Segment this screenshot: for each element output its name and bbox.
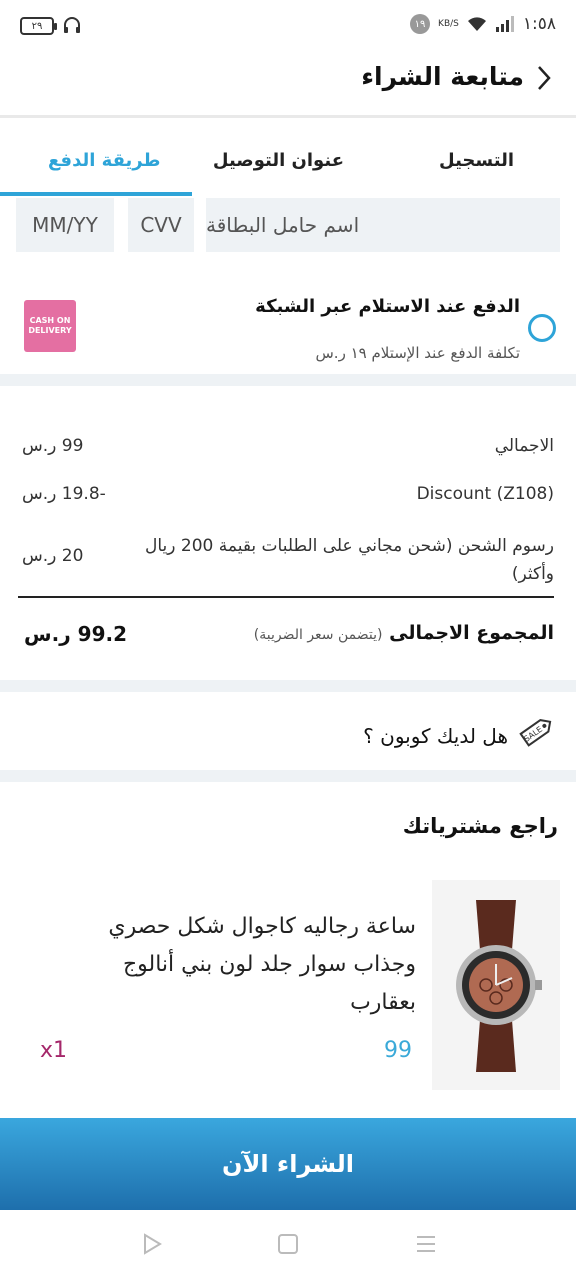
- status-bar: ٢٩ ١٩ KB/S ١:٥٨: [0, 0, 576, 56]
- system-nav-bar: [0, 1210, 576, 1280]
- cvv-field[interactable]: CVV: [128, 198, 194, 252]
- discount-label: Discount (Z108): [416, 484, 554, 504]
- tab-delivery-address[interactable]: عنوان التوصيل: [213, 150, 344, 171]
- tab-payment-method[interactable]: طريقة الدفع: [48, 150, 160, 171]
- review-title: راجع مشترياتك: [402, 814, 558, 838]
- total-label: المجموع الاجمالى (يتضمن سعر الضريبة): [254, 622, 554, 644]
- svg-text:SALE: SALE: [522, 725, 544, 744]
- battery-icon: ٢٩: [20, 17, 57, 35]
- expiry-field[interactable]: MM/YY: [16, 198, 114, 252]
- cod-fee: تكلفة الدفع عند الإستلام ١٩ ر.س: [315, 344, 520, 362]
- menu-icon[interactable]: [414, 1232, 438, 1256]
- coupon-link[interactable]: هل لديك كوبون ؟: [363, 724, 508, 748]
- headset-icon: [64, 17, 80, 33]
- section-separator: [0, 680, 576, 692]
- product-image: [432, 880, 560, 1090]
- cash-on-delivery-icon: CASH ON DELIVERY: [24, 300, 76, 352]
- total-value: 99.2 ر.س: [24, 622, 128, 646]
- signal-icon: [495, 16, 514, 32]
- subtotal-value: 99 ر.س: [22, 436, 84, 456]
- product-quantity: x1: [40, 1038, 68, 1063]
- wifi-icon: [467, 17, 486, 31]
- total-tax-note: (يتضمن سعر الضريبة): [253, 627, 383, 643]
- sale-tag-icon: SALE: [519, 719, 552, 747]
- card-fields: اسم حامل البطاقة CVV MM/YY: [0, 198, 576, 254]
- checkout-tabs: التسجيل عنوان التوصيل طريقة الدفع: [0, 120, 576, 198]
- page-title: متابعة الشراء: [361, 62, 524, 91]
- battery-level: ٢٩: [31, 20, 43, 32]
- shipping-value: 20 ر.س: [22, 546, 84, 566]
- notification-badge: ١٩: [410, 14, 431, 34]
- product-price: 99: [384, 1038, 412, 1063]
- summary-divider: [18, 596, 554, 598]
- cod-badge-text: CASH ON DELIVERY: [28, 316, 72, 335]
- network-speed: KB/S: [438, 18, 459, 29]
- header: متابعة الشراء: [0, 56, 576, 118]
- clock: ١:٥٨: [522, 14, 556, 34]
- chevron-right-icon[interactable]: [532, 64, 556, 92]
- section-separator: [0, 770, 576, 782]
- cod-option[interactable]: الدفع عند الاستلام عبر الشبكة تكلفة الدف…: [0, 276, 576, 386]
- order-summary: الاجمالي 99 ر.س Discount (Z108) -19.8 ر.…: [0, 398, 576, 680]
- total-label-text: المجموع الاجمالى: [389, 622, 554, 644]
- shipping-label: رسوم الشحن (شحن مجاني على الطلبات بقيمة …: [145, 536, 554, 584]
- cod-title: الدفع عند الاستلام عبر الشبكة: [255, 296, 520, 317]
- product-name: ساعة رجاليه كاجوال شكل حصري وجذاب سوار ج…: [108, 914, 416, 1015]
- cardholder-name-field[interactable]: اسم حامل البطاقة: [206, 198, 560, 252]
- buy-now-button[interactable]: الشراء الآن: [0, 1118, 576, 1210]
- active-tab-indicator: [0, 192, 192, 196]
- tab-registration[interactable]: التسجيل: [439, 150, 514, 171]
- square-icon[interactable]: [276, 1232, 300, 1256]
- discount-value: -19.8 ر.س: [22, 484, 106, 504]
- cod-radio[interactable]: [528, 314, 556, 342]
- coupon-row[interactable]: SALE هل لديك كوبون ؟: [0, 692, 576, 770]
- subtotal-label: الاجمالي: [494, 436, 554, 456]
- watch-image: [456, 900, 542, 1072]
- play-icon[interactable]: [140, 1232, 164, 1256]
